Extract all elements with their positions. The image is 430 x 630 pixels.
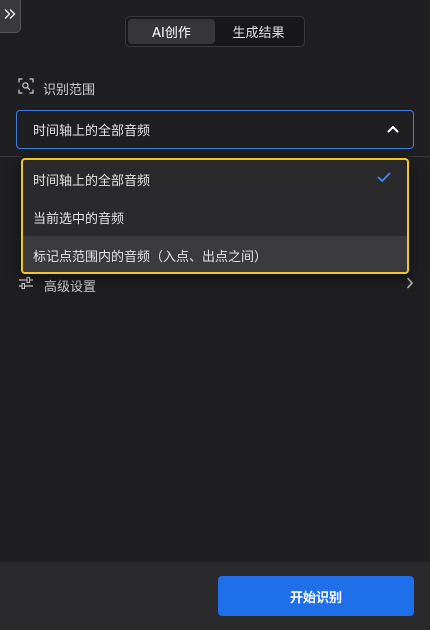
sliders-icon xyxy=(18,276,34,294)
option-selected-audio[interactable]: 当前选中的音频 xyxy=(23,198,407,236)
option-all-timeline-audio[interactable]: 时间轴上的全部音频 xyxy=(23,160,407,198)
mode-tabs: AI创作 生成结果 xyxy=(125,16,305,47)
tab-results[interactable]: 生成结果 xyxy=(215,19,302,44)
double-chevron-right-icon xyxy=(4,8,17,24)
range-select[interactable]: 时间轴上的全部音频 xyxy=(16,110,414,149)
chevron-right-icon xyxy=(406,277,414,293)
advanced-settings-row[interactable]: 高级设置 xyxy=(18,274,414,296)
tab-ai-create[interactable]: AI创作 xyxy=(128,19,215,44)
range-select-value: 时间轴上的全部音频 xyxy=(33,124,151,139)
option-label: 标记点范围内的音频（入点、出点之间） xyxy=(33,249,268,265)
scan-range-icon xyxy=(18,78,34,98)
advanced-settings-label: 高级设置 xyxy=(44,279,97,295)
chevron-up-icon xyxy=(387,122,399,137)
range-section-header: 识别范围 xyxy=(18,78,95,98)
range-section-title: 识别范围 xyxy=(43,82,96,98)
start-recognition-button[interactable]: 开始识别 xyxy=(218,576,414,616)
option-label: 当前选中的音频 xyxy=(33,211,125,227)
divider-left xyxy=(0,156,22,157)
range-dropdown-menu: 时间轴上的全部音频 当前选中的音频 标记点范围内的音频（入点、出点之间） xyxy=(21,158,409,274)
option-label: 时间轴上的全部音频 xyxy=(33,173,151,189)
option-marker-range-audio[interactable]: 标记点范围内的音频（入点、出点之间） xyxy=(23,236,407,272)
check-icon xyxy=(377,172,391,187)
expand-panel-button[interactable] xyxy=(0,0,21,33)
divider-right xyxy=(408,156,430,157)
